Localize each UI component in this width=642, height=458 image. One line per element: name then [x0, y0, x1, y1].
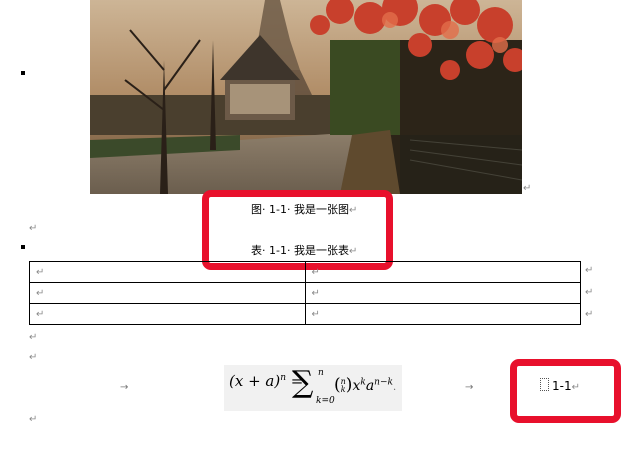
- table-row: ↵ ↵: [29, 303, 581, 325]
- photo-paragraph-mark: ↵: [523, 183, 532, 194]
- table-cell[interactable]: ↵: [304, 261, 581, 283]
- caption-highlight-box: [202, 190, 393, 270]
- summation-symbol: ∑: [292, 365, 314, 400]
- table-cell[interactable]: ↵: [29, 261, 306, 283]
- eiffel-park-photo[interactable]: [90, 0, 522, 194]
- field-placeholder-icon: [540, 378, 549, 391]
- equation-paragraph-mark: ↵: [571, 382, 580, 393]
- table-cell[interactable]: ↵: [304, 282, 581, 304]
- table-row-end-mark: ↵: [585, 265, 594, 276]
- table-cell[interactable]: ↵: [29, 282, 306, 304]
- table-row: ↵ ↵: [29, 282, 581, 304]
- summation-upper-limit: n: [318, 368, 324, 378]
- equation-number-text: 1-1: [552, 379, 572, 393]
- summation-lower-limit: k=0: [316, 396, 335, 406]
- empty-paragraph-mark: ↵: [29, 223, 38, 234]
- table-row-end-mark: ↵: [585, 309, 594, 320]
- empty-paragraph-mark: ↵: [29, 352, 38, 363]
- equation-number[interactable]: 1-1↵: [540, 378, 580, 393]
- tab-arrow: →: [465, 382, 474, 393]
- equation-box[interactable]: (x + a)n = ∑ n k=0 (n k)xkan−k.: [224, 365, 402, 411]
- table-row: ↵ ↵: [29, 261, 581, 283]
- equation-term: (n k)xkan−k.: [334, 375, 397, 395]
- list-bullet-figure: [21, 71, 25, 75]
- tab-arrow: →: [120, 382, 129, 393]
- table-cell[interactable]: ↵: [304, 303, 581, 325]
- empty-paragraph-mark: ↵: [29, 414, 38, 425]
- empty-paragraph-mark: ↵: [29, 332, 38, 343]
- document-table[interactable]: ↵ ↵ ↵ ↵ ↵ ↵: [29, 261, 581, 325]
- table-row-end-mark: ↵: [585, 287, 594, 298]
- table-cell[interactable]: ↵: [29, 303, 306, 325]
- list-bullet-table: [21, 245, 25, 249]
